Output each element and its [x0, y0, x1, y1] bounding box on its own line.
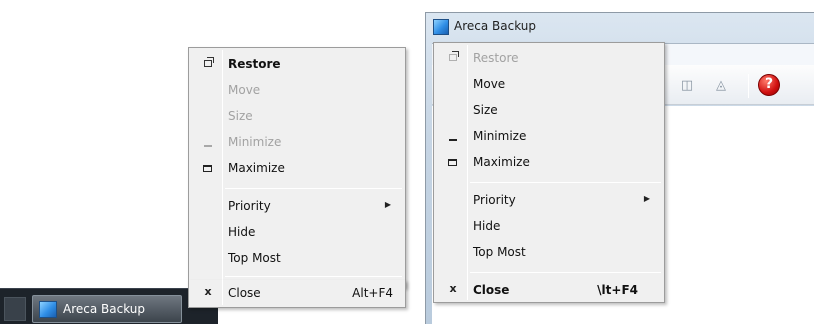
maximize-icon [201, 160, 215, 176]
menu-item-label: Hide [228, 225, 256, 239]
toolbar-recover-icon[interactable]: ◬ [710, 78, 732, 94]
menu-item-shortcut: \lt+F4 [597, 283, 638, 297]
taskbar: Areca Backup [0, 288, 218, 324]
menu-separator [470, 272, 661, 273]
menu-item-label: Minimize [228, 135, 282, 149]
close-icon: x [449, 282, 457, 295]
menu-separator [225, 276, 402, 277]
menu-item-hide[interactable]: Hide [436, 215, 662, 239]
menu-item-top-most[interactable]: Top Most [191, 247, 403, 271]
menu-item-label: Restore [228, 57, 281, 71]
submenu-arrow-icon: ▶ [643, 194, 650, 203]
menu-item-maximize[interactable]: Maximize [191, 157, 403, 181]
menu-item-label: Restore [473, 51, 519, 65]
menu-item-hide[interactable]: Hide [191, 221, 403, 245]
menu-item-shortcut: Alt+F4 [352, 286, 393, 300]
menu-item-label: Priority [473, 193, 516, 207]
menu-item-label: Minimize [473, 129, 527, 143]
menu-item-label: Size [473, 103, 498, 117]
menu-item-label: Size [228, 109, 253, 123]
taskbar-quick-launch-segment[interactable] [4, 297, 26, 321]
menu-item-size[interactable]: Size [436, 99, 662, 123]
menu-item-minimize[interactable]: Minimize [436, 125, 662, 149]
close-icon: x [204, 285, 212, 298]
menu-separator [225, 188, 402, 189]
menu-item-size[interactable]: Size [191, 105, 403, 129]
toolbar-backup-icon[interactable]: ◫ [676, 78, 698, 94]
menu-item-close[interactable]: x Close Alt+F4 [191, 282, 403, 306]
minimize-icon [446, 128, 460, 144]
areca-backup-app-icon [39, 301, 57, 318]
help-icon[interactable]: ? [758, 74, 780, 96]
menu-item-maximize[interactable]: Maximize [436, 151, 662, 175]
menu-separator [470, 182, 661, 183]
menu-item-label: Close [473, 283, 510, 297]
submenu-arrow-icon: ▶ [384, 200, 391, 209]
help-icon-glyph: ? [764, 76, 774, 92]
taskbar-app-button[interactable]: Areca Backup [32, 295, 182, 323]
menu-item-top-most[interactable]: Top Most [436, 241, 662, 265]
menu-item-move[interactable]: Move [436, 73, 662, 97]
menu-item-label: Hide [473, 219, 501, 233]
menu-item-label: Maximize [228, 161, 285, 175]
menu-item-close[interactable]: x Close \lt+F4 [436, 279, 662, 303]
menu-item-restore[interactable]: Restore [436, 47, 662, 71]
menu-item-restore[interactable]: Restore [191, 53, 403, 77]
menu-item-label: Priority [228, 199, 271, 213]
taskbar-app-label: Areca Backup [63, 302, 146, 316]
taskbar-context-menu: Restore Move Size Minimize Maximize Prio… [188, 47, 406, 288]
window-app-icon[interactable] [433, 19, 449, 35]
menu-item-label: Close [228, 286, 261, 300]
toolbar-separator [748, 74, 749, 98]
restore-icon [446, 50, 460, 66]
maximize-icon [446, 154, 460, 170]
menu-item-label: Maximize [473, 155, 530, 169]
menu-item-label: Move [473, 77, 506, 91]
menu-item-priority[interactable]: Priority ▶ [436, 189, 662, 213]
restore-icon [201, 56, 215, 72]
menu-item-label: Move [228, 83, 261, 97]
menu-item-label: Top Most [228, 251, 281, 265]
window-title: Areca Backup [454, 19, 537, 33]
menu-item-label: Top Most [473, 245, 526, 259]
window-system-menu: Restore Move Size Minimize Maximize Prio… [433, 42, 665, 303]
menu-item-minimize[interactable]: Minimize [191, 131, 403, 155]
menu-item-move[interactable]: Move [191, 79, 403, 103]
menu-item-priority[interactable]: Priority ▶ [191, 195, 403, 219]
minimize-icon [201, 134, 215, 150]
taskbar-context-menu-close-row: x Close Alt+F4 [188, 280, 406, 308]
